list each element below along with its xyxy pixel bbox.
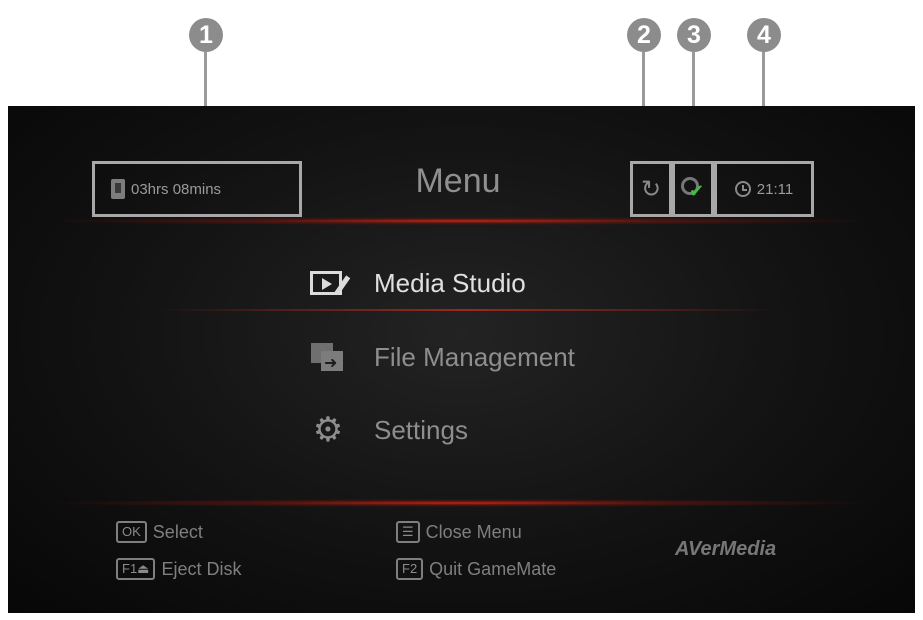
f1-eject-key-icon: F1⏏ bbox=[116, 558, 156, 580]
page-title: Menu bbox=[415, 162, 501, 200]
menu-item-label: Media Studio bbox=[374, 267, 526, 298]
gamemate-menu-screen: 03hrs 08mins Menu ↻ ✔ 21:11 Media Studio… bbox=[8, 106, 915, 613]
storage-remaining-indicator: 03hrs 08mins bbox=[92, 161, 302, 217]
menu-item-media-studio[interactable]: Media Studio bbox=[308, 266, 526, 300]
f2-key-icon: F2 bbox=[396, 558, 424, 580]
selection-underline bbox=[158, 309, 778, 311]
sync-icon: ↻ bbox=[640, 175, 662, 203]
callout-2: 2 bbox=[627, 18, 661, 52]
usb-drive-icon bbox=[111, 179, 125, 199]
file-transfer-icon: ➜ bbox=[308, 340, 348, 374]
clock-icon bbox=[734, 181, 751, 197]
header-divider bbox=[48, 217, 875, 225]
menu-item-settings[interactable]: ⚙ Settings bbox=[308, 413, 468, 447]
menu-item-label: File Management bbox=[374, 341, 575, 372]
gear-icon: ⚙ bbox=[312, 411, 344, 449]
callout-3: 3 bbox=[677, 18, 711, 52]
callout-1: 1 bbox=[189, 18, 223, 52]
disc-status-indicator: ✔ bbox=[672, 161, 714, 217]
annotated-screenshot: 1 2 3 4 03hrs 08mins Menu ↻ ✔ 21:11 Medi… bbox=[0, 0, 923, 620]
brand-logo: AVerMedia bbox=[675, 538, 777, 560]
menu-key-icon: ☰ bbox=[396, 521, 420, 543]
hint-label: Select bbox=[152, 521, 203, 542]
hint-quit-gamemate: F2 Quit GameMate bbox=[396, 558, 556, 580]
clock-text: 21:11 bbox=[756, 180, 794, 198]
clock-indicator: 21:11 bbox=[714, 161, 814, 217]
hint-select: OK Select bbox=[116, 521, 203, 543]
hint-label: Eject Disk bbox=[161, 558, 242, 579]
storage-time-text: 03hrs 08mins bbox=[131, 180, 222, 198]
menu-item-file-management[interactable]: ➜ File Management bbox=[308, 340, 575, 374]
callout-4: 4 bbox=[747, 18, 781, 52]
disc-check-icon: ✔ bbox=[681, 177, 705, 201]
ok-key-icon: OK bbox=[116, 521, 147, 543]
hint-eject-disk: F1⏏ Eject Disk bbox=[116, 558, 241, 580]
footer-divider bbox=[48, 499, 875, 507]
film-edit-icon bbox=[308, 266, 351, 300]
sync-status-indicator: ↻ bbox=[630, 161, 672, 217]
menu-item-label: Settings bbox=[374, 414, 468, 445]
hint-label: Quit GameMate bbox=[429, 558, 557, 579]
hint-label: Close Menu bbox=[425, 521, 522, 542]
hint-close-menu: ☰ Close Menu bbox=[396, 521, 522, 543]
